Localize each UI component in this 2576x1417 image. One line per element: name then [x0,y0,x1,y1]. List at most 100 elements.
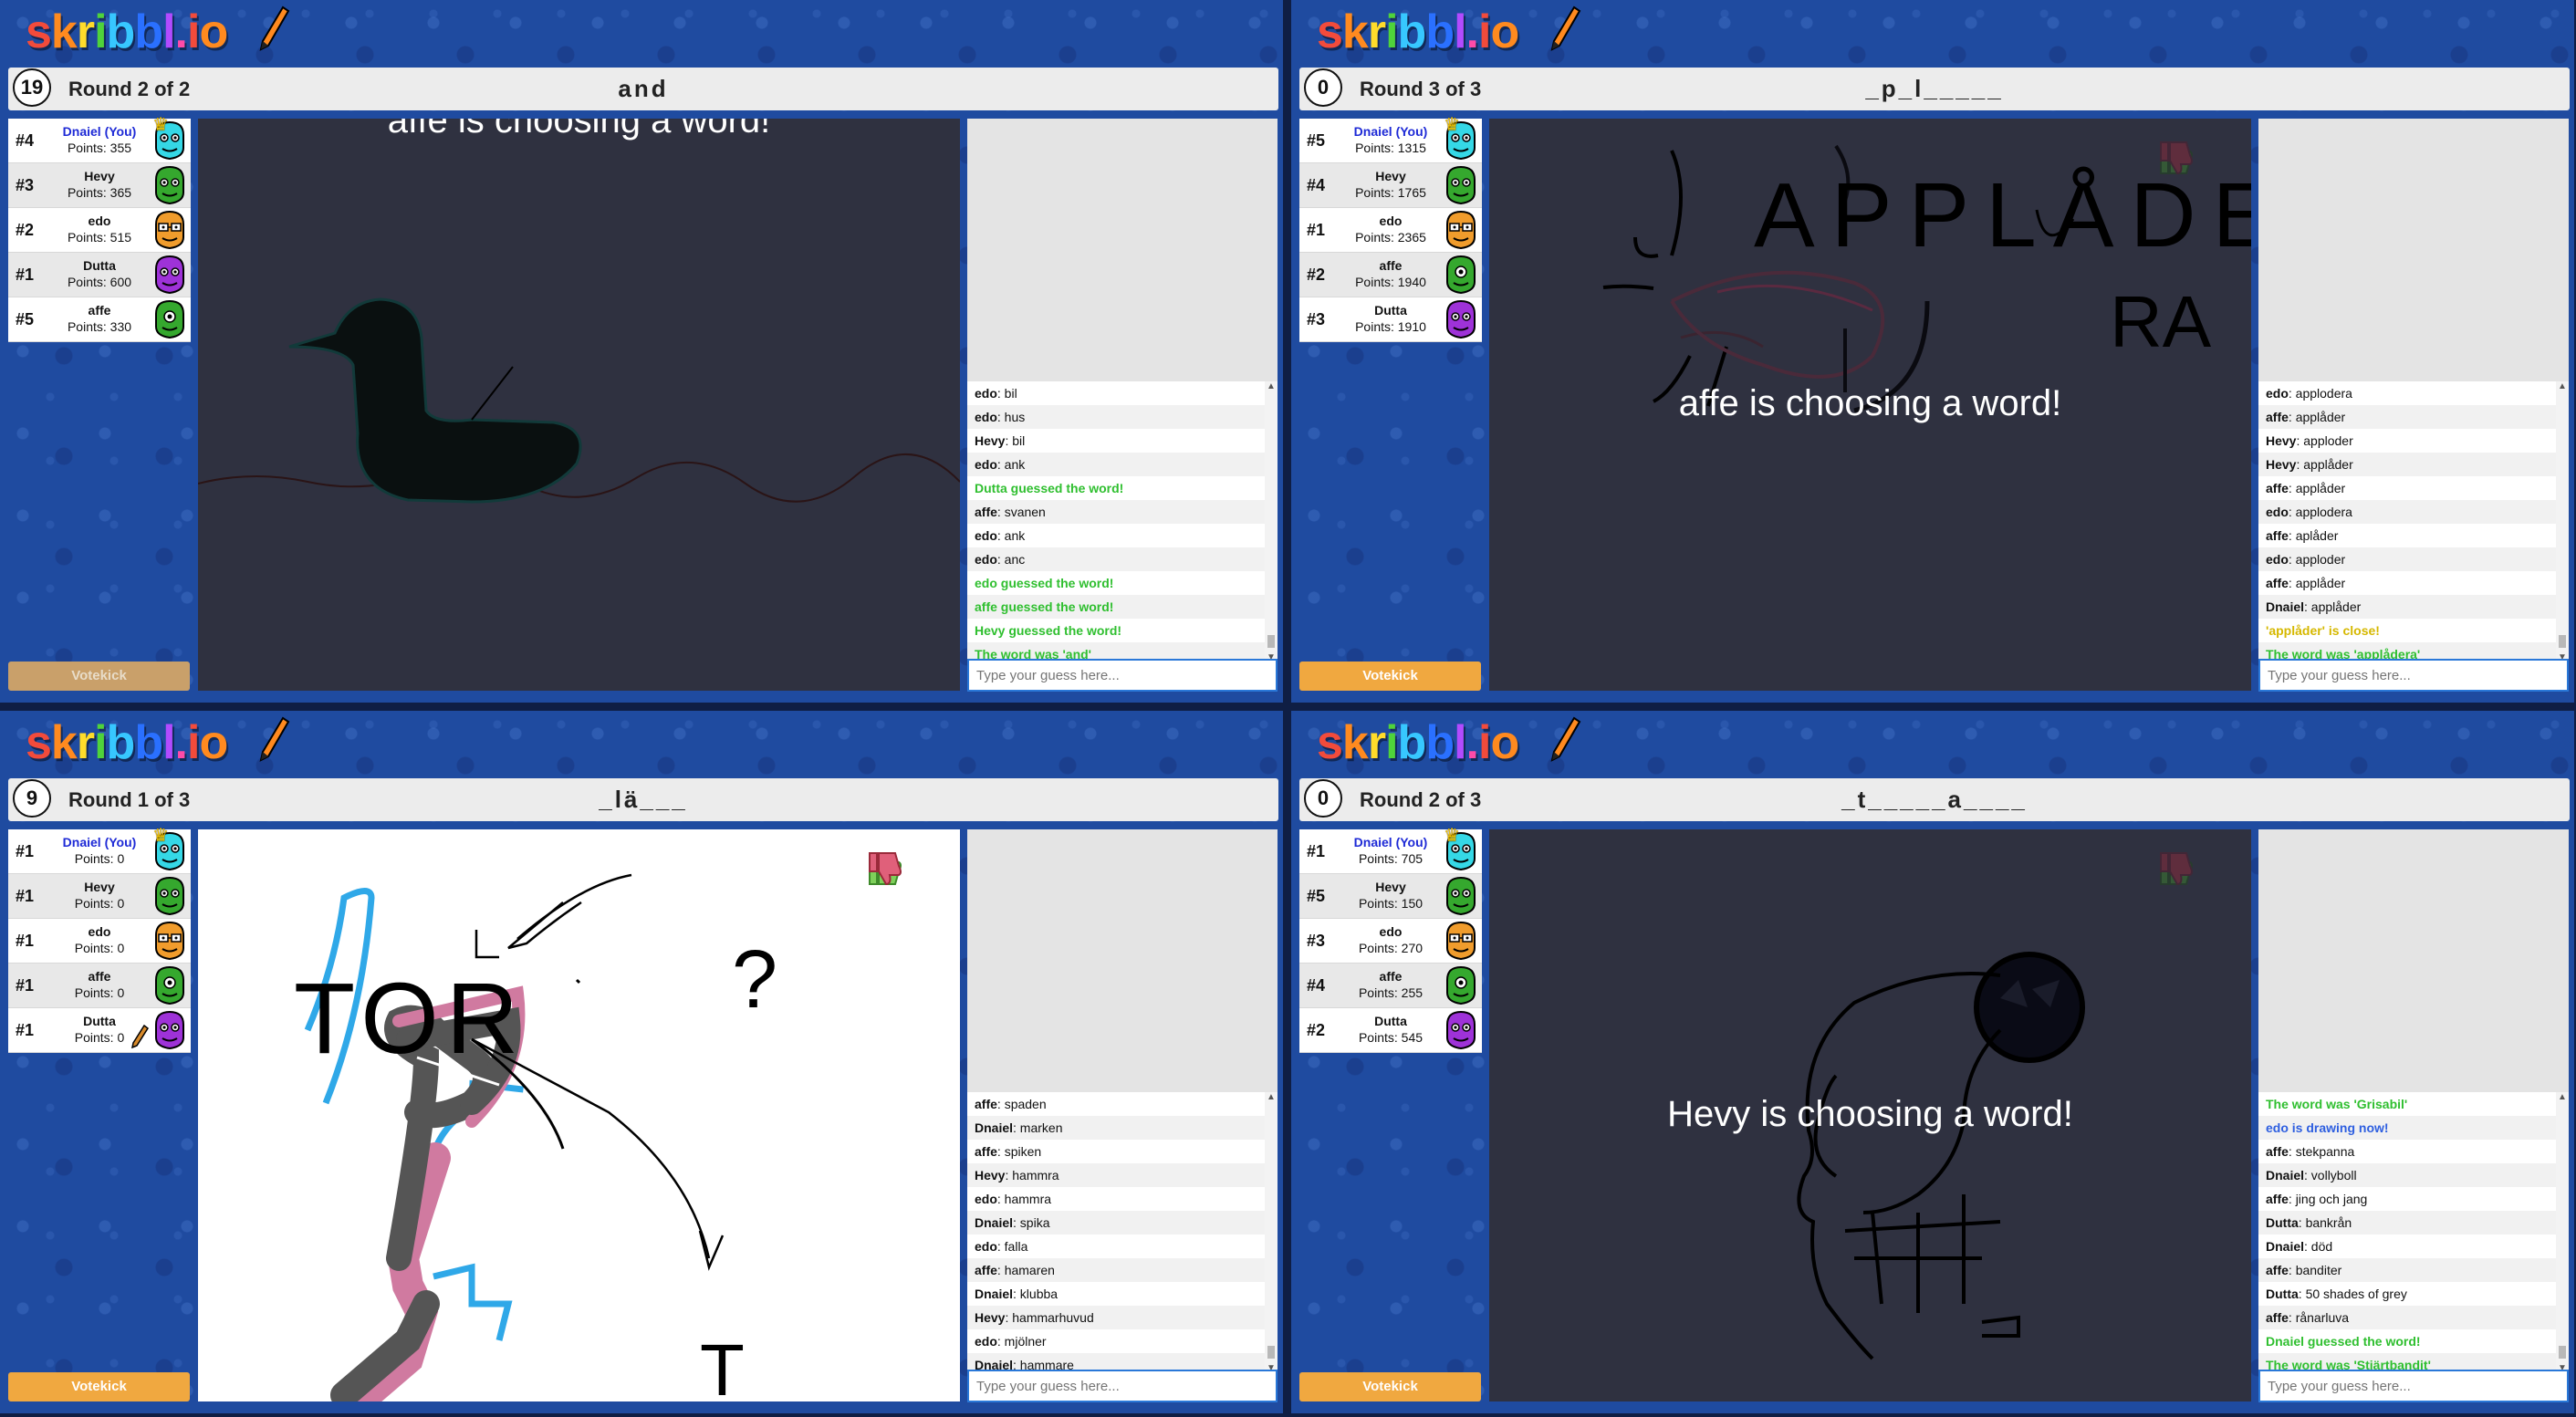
scroll-thumb[interactable] [2559,635,2566,648]
chat-panel: affe: spaden Dnaiel: marken affe: spiken He… [967,829,1278,1373]
player-row[interactable]: #1 edo Points: 2365 [1299,208,1482,253]
player-name: edo [1379,924,1403,939]
game-window-1: skribbl.io 19 and Round 2 of 2 #4 Dnaiel (You… [0,0,1283,703]
chat-text: hammarhuvud [1012,1310,1094,1325]
player-row[interactable]: #2 affe Points: 1940 [1299,253,1482,297]
drawing-canvas[interactable]: TOR? T [198,829,960,1401]
player-avatar-icon [151,210,189,250]
scroll-thumb[interactable] [2559,1346,2566,1359]
chat-text: applåder [2310,599,2362,614]
votekick-button[interactable]: Votekick [1299,1372,1481,1401]
chat-text: marken [1019,1120,1063,1135]
logo-letter: i [94,716,107,769]
player-row[interactable]: #4 affe Points: 255 [1299,964,1482,1008]
player-avatar-icon [1442,210,1480,250]
scroll-thumb[interactable] [1267,1346,1275,1359]
guess-input[interactable] [2258,1370,2569,1402]
player-row[interactable]: #1 edo Points: 0 [8,919,191,964]
chat-ad-area [967,829,1278,1092]
drawing-canvas[interactable]: APPLÅDE RA affe is choosing a word! [1489,119,2251,691]
chat-messages[interactable]: affe: spaden Dnaiel: marken affe: spiken He… [967,1092,1265,1373]
guess-input[interactable] [2258,659,2569,692]
player-points: Points: 270 [1358,941,1424,955]
chat-username: affe [2266,1263,2289,1277]
chat-messages[interactable]: edo: bil edo: hus Hevy: bil edo: ank Dutta g… [967,381,1265,662]
canvas-overlay-text: affe is choosing a word! [387,119,771,141]
player-points: Points: 515 [67,230,132,245]
logo-letter: l [162,716,175,769]
chat-scrollbar[interactable]: ▲ ▼ [1265,381,1278,662]
chat-message: Dutta: 50 shades of grey [2266,1287,2407,1301]
chat-scrollbar[interactable]: ▲ ▼ [1265,1092,1278,1373]
player-row[interactable]: #3 Hevy Points: 365 [8,163,191,208]
game-header: 0 _p_l_____ Round 3 of 3 [1299,68,2570,110]
player-row[interactable]: #1 Dutta Points: 600 [8,253,191,297]
votekick-button[interactable]: Votekick [1299,662,1481,691]
scroll-up-icon[interactable]: ▲ [1265,1092,1278,1102]
scroll-up-icon[interactable]: ▲ [1265,381,1278,391]
votekick-button[interactable]: Votekick [8,1372,190,1401]
player-row[interactable]: #1 Hevy Points: 0 [8,874,191,919]
player-name: Hevy [84,169,115,183]
drawing-canvas[interactable]: affe is choosing a word! [198,119,960,691]
word-hint: _lä___ [599,786,688,813]
chat-username: Dnaiel [975,1287,1014,1301]
player-row[interactable]: #4 Hevy Points: 1765 [1299,163,1482,208]
player-row[interactable]: #2 edo Points: 515 [8,208,191,253]
player-points: Points: 365 [67,185,132,200]
player-row[interactable]: #2 Dutta Points: 545 [1299,1008,1482,1053]
player-row[interactable]: #1 affe Points: 0 [8,964,191,1008]
round-indicator: Round 2 of 3 [1360,788,1482,811]
votekick-button[interactable]: Votekick [8,662,190,691]
player-name: edo [88,924,111,939]
logo-letter: b [1397,716,1427,769]
logo-letter: . [174,716,188,769]
chat-message: Dutta guessed the word! [975,481,1124,495]
scroll-thumb[interactable] [1267,635,1275,648]
player-avatar-icon [151,255,189,295]
drawing-pencil-icon [130,1024,150,1054]
chat-username: edo [975,552,997,567]
chat-scrollbar[interactable]: ▲ ▼ [2556,381,2569,662]
chat-username: Dnaiel [975,1120,1014,1135]
scroll-up-icon[interactable]: ▲ [2556,381,2569,391]
logo-letter: s [26,5,52,58]
chat-message: edo: ank [967,453,1265,476]
scroll-up-icon[interactable]: ▲ [2556,1092,2569,1102]
chat-message: edo guessed the word! [975,576,1114,590]
player-row[interactable]: #5 Hevy Points: 150 [1299,874,1482,919]
player-row[interactable]: #1 Dnaiel (You) Points: 0 ♛ [8,826,191,874]
drawing-canvas[interactable]: Hevy is choosing a word! [1489,829,2251,1401]
guess-input[interactable] [967,1370,1278,1402]
player-row[interactable]: #4 Dnaiel (You) Points: 355 ♛ [8,115,191,163]
player-row[interactable]: #3 edo Points: 270 [1299,919,1482,964]
chat-text: applåder [2295,481,2346,495]
player-row[interactable]: #1 Dnaiel (You) Points: 705 ♛ [1299,826,1482,874]
player-row[interactable]: #3 Dutta Points: 1910 [1299,297,1482,342]
guess-input[interactable] [967,659,1278,692]
player-row[interactable]: #1 Dutta Points: 0 [8,1008,191,1053]
player-avatar-icon [151,876,189,916]
chat-username: affe [975,1144,997,1159]
chat-message: edo: apploder [2258,547,2556,571]
logo-letter: o [199,5,228,58]
player-rank: #4 [1307,176,1326,194]
chat-text: spika [1019,1215,1050,1230]
chat-scrollbar[interactable]: ▲ ▼ [2556,1092,2569,1373]
chat-text: hus [1004,410,1026,424]
word-hint: _t_____a____ [1841,786,2028,813]
chat-messages[interactable]: The word was 'Grisabil' edo is drawing no… [2258,1092,2556,1373]
svg-text:RA: RA [2110,281,2212,362]
logo-letter: i [1385,716,1398,769]
chat-text: klubba [1019,1287,1059,1301]
chat-message: edo: applodera [2258,500,2556,524]
player-rank: #2 [1307,266,1326,284]
player-points: Points: 1315 [1355,141,1426,155]
player-row[interactable]: #5 affe Points: 330 [8,297,191,342]
skribbl-logo: skribbl.io [26,713,228,773]
player-name: edo [88,214,111,228]
player-row[interactable]: #5 Dnaiel (You) Points: 1315 ♛ [1299,115,1482,163]
chat-messages[interactable]: edo: applodera affe: applåder Hevy: applod… [2258,381,2556,662]
svg-text:T: T [700,1329,745,1401]
logo-letter: b [134,5,163,58]
